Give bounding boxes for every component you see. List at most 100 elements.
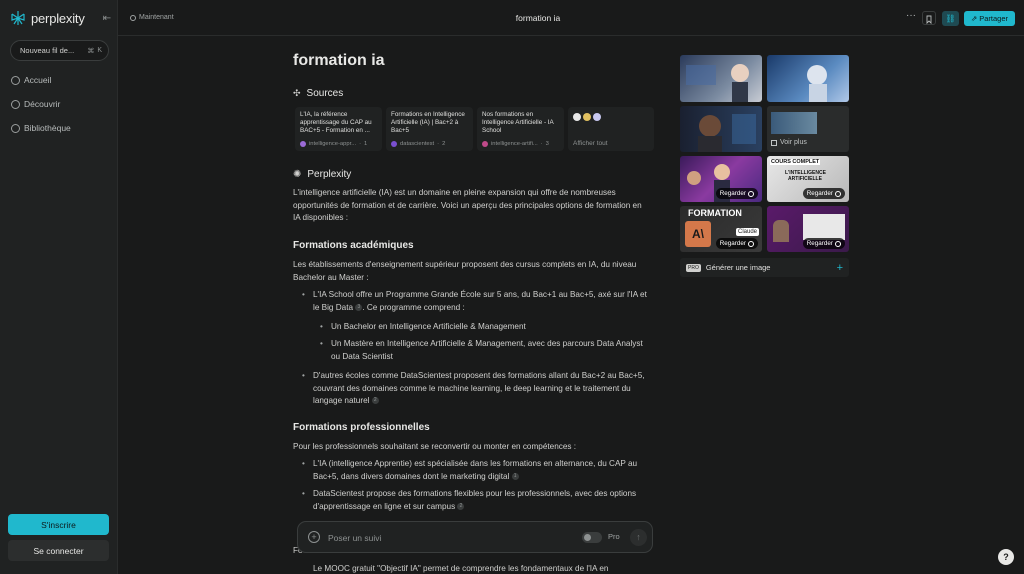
image-thumbnail[interactable] bbox=[680, 106, 762, 152]
watch-button[interactable]: Regarder bbox=[715, 238, 758, 249]
pro-toggle[interactable] bbox=[582, 532, 602, 543]
more-options-icon[interactable]: ··· bbox=[904, 10, 918, 21]
show-all-sources-card[interactable]: Afficher tout bbox=[568, 107, 654, 151]
source-number: · bbox=[437, 141, 440, 147]
perplexity-logo-icon bbox=[11, 11, 25, 25]
favicon-icon bbox=[583, 113, 591, 121]
source-meta: intelligence-appr... · 1 bbox=[300, 141, 367, 147]
watch-label: Regarder bbox=[806, 240, 833, 247]
login-button[interactable]: Se connecter bbox=[8, 540, 109, 561]
source-index: 2 bbox=[442, 141, 446, 147]
list-item: L'IA School offre un Programme Grande Éc… bbox=[302, 289, 651, 314]
heading-professional: Formations professionnelles bbox=[293, 422, 430, 433]
new-thread-label: Nouveau fil de... bbox=[20, 46, 75, 55]
woman-vr-image bbox=[686, 64, 749, 102]
sidebar-item-accueil[interactable]: Accueil bbox=[11, 75, 51, 85]
list-item-text: DataScientest propose des formations fle… bbox=[313, 489, 637, 511]
list-item-nested: Un Bachelor en Intelligence Artificielle… bbox=[320, 321, 651, 334]
source-card[interactable]: L'IA, la référence apprentissage du CAP … bbox=[295, 107, 382, 151]
video-thumbnail[interactable]: FORMATION A\ Claude Regarder bbox=[680, 206, 762, 252]
image-thumbnail[interactable] bbox=[680, 55, 762, 102]
source-favicon-icon bbox=[482, 141, 488, 147]
plus-icon: + bbox=[836, 261, 843, 274]
pro-intro: Pour les professionnels souhaitant se re… bbox=[293, 442, 577, 451]
play-icon bbox=[748, 190, 754, 197]
play-icon bbox=[748, 240, 754, 247]
answer-heading: ✺ Perplexity bbox=[293, 169, 351, 180]
source-domain: intelligence-appr... bbox=[309, 141, 357, 147]
sources-heading: ✣ Sources bbox=[293, 88, 343, 99]
new-thread-button[interactable]: Nouveau fil de... ⌘ K bbox=[10, 40, 109, 61]
list-item-text: L'IA (intelligence Apprentie) est spécia… bbox=[313, 459, 638, 481]
list-item-nested: Un Mastère en Intelligence Artificielle … bbox=[320, 338, 651, 363]
source-domain: datascientest bbox=[400, 141, 435, 147]
list-item: DataScientest propose des formations fle… bbox=[302, 488, 653, 513]
share-button[interactable]: ⇗ Partager bbox=[964, 11, 1015, 26]
image-thumbnail[interactable] bbox=[767, 55, 849, 102]
citation-badge[interactable]: 1 bbox=[511, 472, 519, 480]
signup-button[interactable]: S'inscrire bbox=[8, 514, 109, 535]
search-icon bbox=[11, 75, 20, 85]
pro-label: Pro bbox=[608, 532, 620, 541]
citation-badge[interactable]: 2 bbox=[371, 397, 379, 405]
source-index: 3 bbox=[545, 141, 549, 147]
collapse-sidebar-icon[interactable]: ⇤ bbox=[101, 13, 113, 25]
generate-image-button[interactable]: PRO Générer une image + bbox=[680, 258, 849, 277]
sidebar-item-label: Bibliothèque bbox=[24, 123, 71, 133]
anthropic-logo-icon: A\ bbox=[685, 221, 711, 247]
list-item: Le MOOC gratuit "Objectif IA" permet de … bbox=[313, 563, 653, 574]
generate-image-label: Générer une image bbox=[705, 263, 771, 272]
top-bar: Maintenant formation ia ··· ⛓ ⇗ Partager bbox=[118, 0, 1024, 36]
sources-heading-label: Sources bbox=[306, 88, 344, 99]
watch-button[interactable]: Regarder bbox=[802, 238, 845, 249]
sidebar-item-decouvrir[interactable]: Découvrir bbox=[11, 99, 60, 109]
brand-logo[interactable]: perplexity bbox=[10, 10, 85, 26]
list-item: L'IA (intelligence Apprentie) est spécia… bbox=[302, 458, 653, 483]
source-domain: intelligence-artifi... bbox=[491, 141, 538, 147]
perplexity-icon: ✺ bbox=[293, 169, 302, 180]
copy-link-icon[interactable]: ⛓ bbox=[942, 11, 959, 26]
followup-input[interactable] bbox=[328, 530, 528, 545]
video-thumbnail[interactable]: COURS COMPLET L'INTELLIGENCE ARTIFICIELL… bbox=[767, 156, 849, 202]
send-button[interactable]: ↑ bbox=[630, 529, 647, 546]
sources-list: L'IA, la référence apprentissage du CAP … bbox=[295, 107, 654, 151]
sidebar: perplexity ⇤ Nouveau fil de... ⌘ K Accue… bbox=[0, 0, 118, 574]
woman-tech-image bbox=[698, 114, 756, 152]
view-more-tile[interactable]: Voir plus bbox=[767, 106, 849, 152]
bookmark-button[interactable] bbox=[922, 11, 936, 25]
heading-academic: Formations académiques bbox=[293, 240, 414, 251]
video-thumbnail[interactable]: Regarder bbox=[680, 156, 762, 202]
source-title: Nos formations en Intelligence Artificie… bbox=[482, 111, 554, 134]
citation-badge[interactable]: 2 bbox=[457, 502, 465, 510]
view-more-text: Voir plus bbox=[780, 139, 807, 146]
source-favicon-icon bbox=[300, 141, 306, 147]
robot-image bbox=[807, 65, 827, 102]
watch-button[interactable]: Regarder bbox=[802, 188, 845, 199]
shortcut-cmd-icon: ⌘ bbox=[87, 47, 95, 55]
bookmark-icon bbox=[926, 15, 932, 25]
academic-intro: Les établissements d'enseignement supéri… bbox=[293, 260, 637, 282]
source-card[interactable]: Nos formations en Intelligence Artificie… bbox=[477, 107, 564, 151]
pro-badge: PRO bbox=[686, 263, 701, 272]
video-thumbnail[interactable]: Regarder bbox=[767, 206, 849, 252]
source-title: Formations en Intelligence Artificielle … bbox=[391, 111, 465, 134]
sidebar-item-bibliotheque[interactable]: Bibliothèque bbox=[11, 123, 71, 133]
thumb-caption-1: COURS COMPLET bbox=[770, 159, 821, 165]
source-favicon-icon bbox=[391, 141, 397, 147]
list-item: D'autres écoles comme DataScientest prop… bbox=[302, 370, 653, 408]
share-label: Partager bbox=[979, 14, 1009, 23]
slide-preview-image bbox=[803, 214, 845, 240]
shortcut-k-key: K bbox=[97, 47, 102, 54]
source-meta: intelligence-artifi... · 3 bbox=[482, 141, 549, 147]
thread-title: formation ia bbox=[515, 13, 561, 23]
watch-label: Regarder bbox=[806, 190, 833, 197]
source-card[interactable]: Formations en Intelligence Artificielle … bbox=[386, 107, 473, 151]
help-icon[interactable]: ? bbox=[998, 549, 1014, 565]
play-icon bbox=[835, 190, 841, 197]
watch-label: Regarder bbox=[719, 190, 746, 197]
followup-bar: + Pro ↑ bbox=[297, 521, 653, 553]
source-meta: datascientest · 2 bbox=[391, 141, 445, 147]
show-all-label: Afficher tout bbox=[573, 140, 608, 147]
attach-plus-icon[interactable]: + bbox=[308, 531, 320, 543]
watch-button[interactable]: Regarder bbox=[715, 188, 758, 199]
